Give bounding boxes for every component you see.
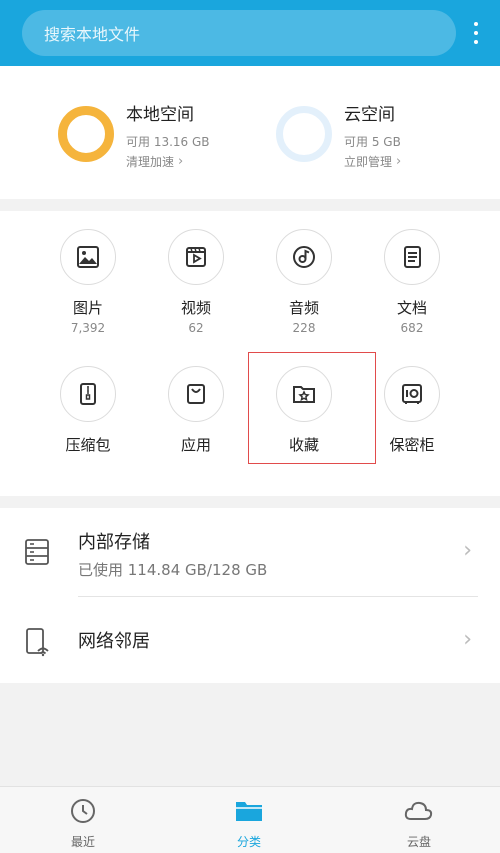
storage-list: 内部存储 已使用 114.84 GB/128 GB › 网络邻居 › (0, 508, 500, 683)
app-header: 搜索本地文件 (0, 0, 500, 66)
category-images[interactable]: 图片 7,392 (38, 229, 138, 335)
category-label: 文档 (396, 299, 427, 317)
clean-speedup-link[interactable]: 清理加速 › (126, 153, 210, 170)
category-documents[interactable]: 文档 682 (362, 229, 462, 335)
internal-storage-title: 内部存储 (78, 532, 150, 553)
network-device-icon (24, 627, 52, 661)
manage-now-link[interactable]: 立即管理 › (344, 153, 401, 170)
category-safe[interactable]: 保密柜 (362, 366, 462, 455)
chevron-right-icon: › (463, 538, 472, 563)
category-count: 62 (188, 321, 204, 335)
category-videos[interactable]: 视频 62 (146, 229, 246, 335)
category-label: 音频 (288, 299, 319, 317)
category-apps[interactable]: 应用 (146, 366, 246, 455)
network-neighbors-row[interactable]: 网络邻居 › (0, 597, 500, 683)
cloud-storage-ring-icon (276, 106, 332, 162)
storage-summary: 本地空间 可用 13.16 GB 清理加速 › 云空间 可用 5 GB 立即管理… (0, 66, 500, 199)
category-count: 682 (400, 321, 424, 335)
network-neighbors-title: 网络邻居 (78, 631, 150, 652)
zip-icon (60, 366, 116, 422)
document-icon (384, 229, 440, 285)
search-input[interactable]: 搜索本地文件 (22, 10, 456, 56)
category-count: 7,392 (70, 321, 106, 335)
nav-cloud[interactable]: 云盘 (379, 797, 459, 850)
folder-icon (236, 802, 262, 821)
chevron-right-icon: › (396, 154, 402, 169)
image-icon (60, 229, 116, 285)
bottom-navigation: 最近 分类 云盘 (0, 786, 500, 853)
local-storage-available: 可用 13.16 GB (126, 135, 210, 149)
category-label: 保密柜 (389, 436, 435, 454)
app-bag-icon (168, 366, 224, 422)
chevron-right-icon: › (463, 627, 472, 652)
category-audio[interactable]: 音频 228 (254, 229, 354, 335)
local-storage-title: 本地空间 (126, 105, 194, 125)
audio-icon (276, 229, 332, 285)
cloud-storage-title: 云空间 (344, 105, 395, 125)
search-placeholder: 搜索本地文件 (44, 25, 141, 44)
favorites-highlight-box (248, 352, 376, 464)
manage-now-label: 立即管理 (344, 155, 393, 169)
internal-storage-usage: 已使用 114.84 GB/128 GB (78, 561, 268, 579)
nav-recent-label: 最近 (70, 835, 95, 849)
nav-recent[interactable]: 最近 (43, 797, 123, 850)
safe-icon (384, 366, 440, 422)
nav-category-label: 分类 (236, 835, 261, 849)
cloud-storage-available: 可用 5 GB (344, 135, 401, 149)
storage-drive-icon (24, 538, 50, 570)
cloud-icon (404, 801, 433, 820)
nav-category[interactable]: 分类 (209, 797, 289, 850)
category-count: 228 (292, 321, 316, 335)
category-label: 应用 (180, 436, 211, 454)
clock-icon (71, 799, 95, 823)
category-label: 视频 (180, 299, 211, 317)
video-icon (168, 229, 224, 285)
internal-storage-row[interactable]: 内部存储 已使用 114.84 GB/128 GB › (0, 508, 500, 596)
local-storage-ring-icon (58, 106, 114, 162)
clean-speedup-label: 清理加速 (126, 155, 175, 169)
more-options-icon[interactable] (466, 14, 486, 52)
category-label: 压缩包 (65, 436, 111, 454)
nav-cloud-label: 云盘 (406, 835, 431, 849)
chevron-right-icon: › (178, 154, 184, 169)
category-label: 图片 (72, 299, 103, 317)
category-zip[interactable]: 压缩包 (38, 366, 138, 455)
